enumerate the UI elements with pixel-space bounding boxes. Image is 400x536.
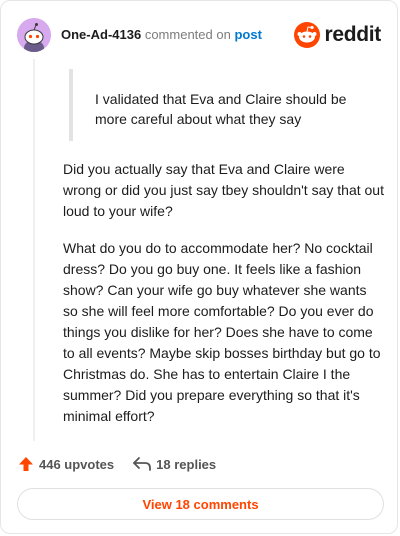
replies-button[interactable]: 18 replies <box>132 455 216 473</box>
reply-arrow-icon <box>133 457 152 471</box>
thread-line[interactable] <box>33 59 35 441</box>
snoo-avatar-icon <box>17 18 51 52</box>
username[interactable]: One-Ad-4136 <box>61 27 141 42</box>
upvote-count: 446 upvotes <box>39 456 115 472</box>
brand-name: reddit <box>324 23 381 46</box>
upvote-button[interactable]: 446 upvotes <box>17 455 114 473</box>
comment-actions: 446 upvotes 18 replies <box>17 453 216 475</box>
quote-text: I validated that Eva and Claire should b… <box>95 91 347 127</box>
reddit-logo: reddit <box>294 22 381 48</box>
comment-paragraph: Did you actually say that Eva and Claire… <box>63 161 384 219</box>
comment-paragraph: What do you do to accommodate her? No co… <box>63 240 381 424</box>
view-comments-button[interactable]: View 18 comments <box>17 488 384 520</box>
comment-card: One-Ad-4136 commented on post reddit I v… <box>0 0 398 534</box>
comment-header: One-Ad-4136 commented on post reddit <box>17 17 381 53</box>
quote-block: I validated that Eva and Claire should b… <box>69 69 369 141</box>
commented-on-text: commented on <box>144 27 231 42</box>
upvote-arrow-icon <box>19 457 33 471</box>
comment-body: Did you actually say that Eva and Claire… <box>63 159 385 443</box>
post-link[interactable]: post <box>234 27 261 42</box>
comment-meta: One-Ad-4136 commented on post <box>61 27 262 43</box>
avatar[interactable] <box>17 18 51 52</box>
replies-count: 18 replies <box>156 456 217 472</box>
reddit-snoo-icon <box>294 22 321 48</box>
